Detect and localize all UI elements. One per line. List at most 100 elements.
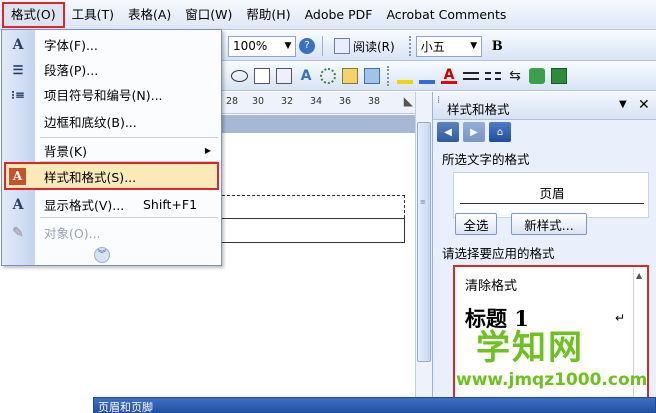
fill-color-icon[interactable] <box>397 68 413 84</box>
chevron-down-icon: ▼ <box>470 41 478 51</box>
menu-separator <box>40 217 218 218</box>
menu-item-label: 背景(K) <box>44 144 87 159</box>
line-style-icon[interactable] <box>463 72 479 80</box>
styles-icon: A <box>9 167 26 185</box>
pane-navigation: ◀ ▶ ⌂ <box>437 122 515 142</box>
standard-toolbar: 100% ▼ ? 阅读(R) 小五 ▼ B <box>222 31 656 61</box>
ruler-tick: 34 <box>310 96 323 107</box>
dash-style-icon[interactable] <box>485 72 501 80</box>
menu-item-label: 字体(F)... <box>44 38 98 53</box>
watermark-title: 学知网 <box>476 328 584 368</box>
scroll-grip-icon: ≡ <box>420 198 426 206</box>
toolbar-grip[interactable] <box>408 36 412 56</box>
menu-item-reveal-formatting[interactable]: A 显示格式(V)... Shift+F1 <box>2 192 221 217</box>
menu-item-paragraph[interactable]: ☰ 段落(P)... <box>2 57 221 82</box>
menu-adobe-pdf[interactable]: Adobe PDF <box>298 2 380 28</box>
menu-item-styles-formatting[interactable]: A 样式和格式(S)... <box>4 162 219 190</box>
select-all-button[interactable]: 全选 <box>455 213 497 235</box>
menu-tools[interactable]: 工具(T) <box>65 2 121 28</box>
menu-item-font[interactable]: A 字体(F)... <box>2 32 221 57</box>
diagram-icon[interactable] <box>320 68 336 84</box>
bold-label: B <box>491 38 503 54</box>
expand-menu-icon[interactable]: ︾ <box>94 247 110 263</box>
current-format-name: 页眉 <box>539 186 565 201</box>
font-A-icon: A <box>12 36 24 53</box>
read-button[interactable]: 阅读(R) <box>327 36 399 57</box>
vertical-scrollbar[interactable]: ≡ <box>415 92 432 413</box>
bold-button[interactable]: B <box>488 36 507 57</box>
horizontal-ruler[interactable]: 28 30 32 34 36 38 ◣ <box>222 92 415 114</box>
menu-item-label: 边框和底纹(B)... <box>44 115 137 130</box>
forward-icon[interactable]: ▶ <box>463 122 485 142</box>
menu-acrobat-comments[interactable]: Acrobat Comments <box>379 2 513 28</box>
font-size-select[interactable]: 小五 ▼ <box>415 35 482 57</box>
reveal-format-icon: A <box>12 196 24 213</box>
watermark-url: www.jmqz1000.com <box>456 370 648 390</box>
ruler-tick: 36 <box>339 96 352 107</box>
toolbar-separator <box>322 36 323 56</box>
menu-bar: 格式(O) 工具(T) 表格(A) 窗口(W) 帮助(H) Adobe PDF … <box>0 0 656 30</box>
pane-menu-chevron-icon[interactable]: ▼ <box>619 99 627 110</box>
paragraph-icon: ☰ <box>12 62 24 77</box>
menu-item-bullets[interactable]: ⁝≡ 项目符号和编号(N)... <box>2 82 221 107</box>
current-format-box[interactable]: 页眉 <box>453 172 649 218</box>
new-style-label: 新样式... <box>524 217 574 233</box>
vertical-textbox-icon[interactable] <box>276 68 292 84</box>
scroll-up-icon[interactable]: ▲ <box>636 271 642 280</box>
menu-item-label: 对象(O)... <box>44 226 101 241</box>
font-color-icon[interactable]: A <box>441 68 457 84</box>
submenu-arrow-icon: ▶ <box>204 146 211 155</box>
ruler-tick: 30 <box>252 96 265 107</box>
formatting-toolbar: A A ⇆ <box>222 61 656 91</box>
bullets-icon: ⁝≡ <box>11 87 25 102</box>
3d-icon[interactable] <box>551 68 567 84</box>
ruler-tick: 28 <box>226 96 239 107</box>
clipart-icon[interactable] <box>342 68 358 84</box>
menu-help[interactable]: 帮助(H) <box>239 2 297 28</box>
header-line-box <box>222 218 405 243</box>
help-icon[interactable]: ? <box>299 38 315 54</box>
apply-format-label: 请选择要应用的格式 <box>442 246 555 261</box>
dialog-title: 页眉和页脚 <box>98 401 153 413</box>
select-all-label: 全选 <box>463 217 489 233</box>
arrow-style-icon[interactable]: ⇆ <box>507 68 523 84</box>
style-item-clear[interactable]: 清除格式 <box>465 275 517 294</box>
menu-item-background[interactable]: 背景(K) ▶ <box>2 138 221 163</box>
task-pane-header: ⁞ 样式和格式 ▼ ✕ <box>433 92 656 120</box>
menu-item-object: ✎ 对象(O)... <box>2 220 221 245</box>
tab-stop-icon[interactable]: ◣ <box>404 94 413 108</box>
ruler-tick: 32 <box>281 96 294 107</box>
font-size-value: 小五 <box>420 39 445 54</box>
book-icon <box>334 38 350 54</box>
toolbar-grip[interactable] <box>387 66 390 86</box>
textbox-icon[interactable] <box>254 68 270 84</box>
wordart-icon[interactable]: A <box>298 68 314 84</box>
menu-format[interactable]: 格式(O) <box>2 1 65 28</box>
header-band <box>222 115 415 133</box>
pane-grip-icon[interactable]: ⁞ <box>437 96 440 106</box>
picture-icon[interactable] <box>364 68 380 84</box>
menu-window[interactable]: 窗口(W) <box>178 2 239 28</box>
home-icon[interactable]: ⌂ <box>489 122 511 142</box>
task-pane-title: 样式和格式 <box>447 102 510 117</box>
chevron-down-icon: ▼ <box>284 41 292 51</box>
menu-item-label: 显示格式(V)... <box>44 198 125 213</box>
line-color-icon[interactable] <box>419 68 435 84</box>
watermark: 学知网 www.jmqz1000.com <box>438 320 652 412</box>
zoom-select[interactable]: 100% ▼ <box>228 35 296 57</box>
shadow-icon[interactable] <box>529 68 545 84</box>
scrollbar-thumb[interactable] <box>417 122 431 362</box>
new-style-button[interactable]: 新样式... <box>511 213 587 235</box>
oval-icon[interactable] <box>231 70 248 82</box>
menu-item-borders[interactable]: 边框和底纹(B)... <box>2 109 221 134</box>
menu-item-label: 样式和格式(S)... <box>44 169 137 185</box>
format-menu: A 字体(F)... ☰ 段落(P)... ⁝≡ 项目符号和编号(N)... 边… <box>1 29 222 266</box>
document-page[interactable] <box>222 133 415 413</box>
menu-item-label: 段落(P)... <box>44 63 99 78</box>
selected-text-format-label: 所选文字的格式 <box>442 152 530 167</box>
close-icon[interactable]: ✕ <box>638 97 650 113</box>
object-icon: ✎ <box>12 224 24 241</box>
menu-table[interactable]: 表格(A) <box>121 2 178 28</box>
back-icon[interactable]: ◀ <box>437 122 459 142</box>
menu-item-shortcut: Shift+F1 <box>143 197 198 212</box>
